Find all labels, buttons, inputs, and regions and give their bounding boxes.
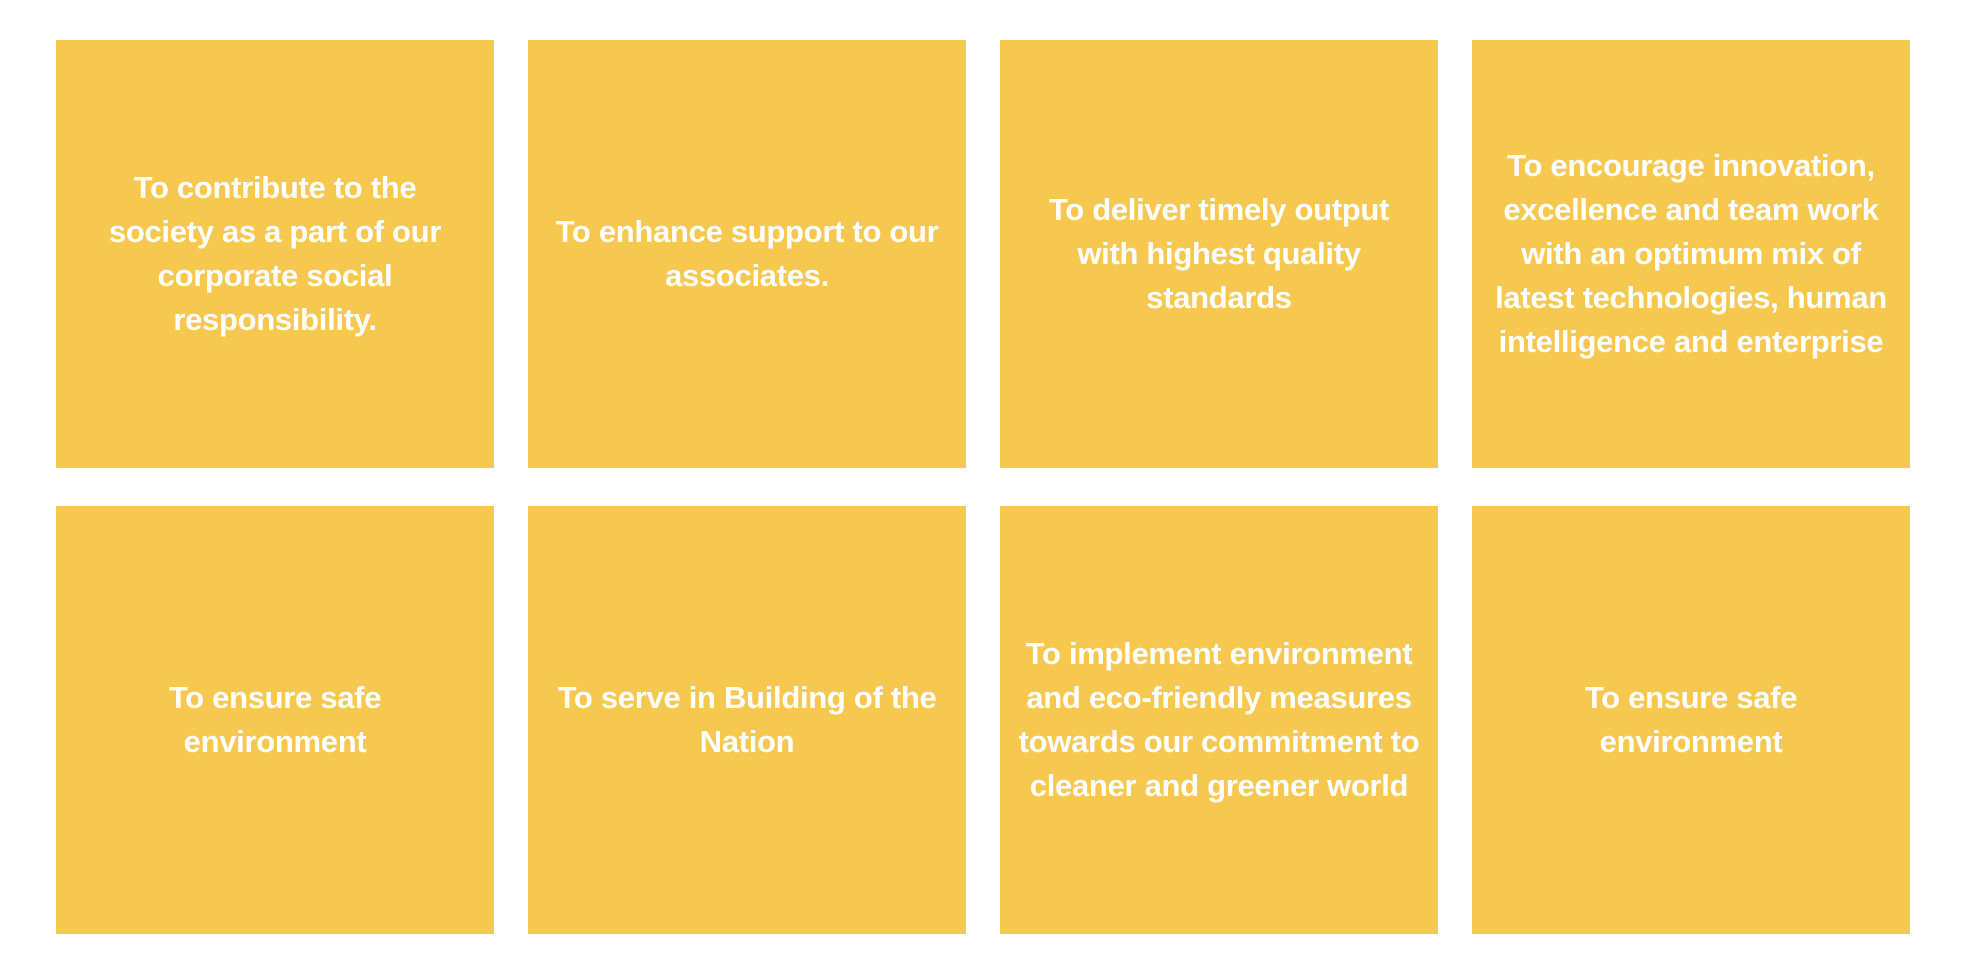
objective-tile: To serve in Building of the Nation bbox=[528, 506, 966, 934]
objectives-grid: To contribute to the society as a part o… bbox=[56, 40, 1912, 934]
objective-tile: To contribute to the society as a part o… bbox=[56, 40, 494, 468]
objective-tile: To implement environment and eco-friendl… bbox=[1000, 506, 1438, 934]
objective-text: To implement environment and eco-friendl… bbox=[1018, 636, 1420, 803]
objective-text: To ensure safe environment bbox=[168, 680, 382, 759]
objective-tile: To deliver timely output with highest qu… bbox=[1000, 40, 1438, 468]
objective-text: To ensure safe environment bbox=[1584, 680, 1798, 759]
objective-tile: To ensure safe environment bbox=[1472, 506, 1910, 934]
objective-tile: To ensure safe environment bbox=[56, 506, 494, 934]
objective-text: To contribute to the society as a part o… bbox=[108, 170, 442, 337]
objective-text: To enhance support to our associates. bbox=[555, 214, 939, 293]
objective-text: To serve in Building of the Nation bbox=[557, 680, 937, 759]
objective-tile: To encourage innovation, excellence and … bbox=[1472, 40, 1910, 468]
objective-text: To deliver timely output with highest qu… bbox=[1048, 192, 1390, 315]
objective-text: To encourage innovation, excellence and … bbox=[1495, 148, 1887, 359]
objective-tile: To enhance support to our associates. bbox=[528, 40, 966, 468]
